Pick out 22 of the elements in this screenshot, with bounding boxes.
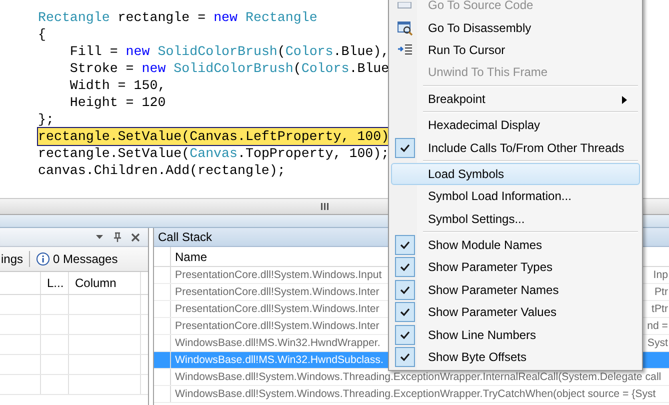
- code-line: rectangle.SetValue(Canvas.TopProperty, 100);: [38, 145, 390, 162]
- code-line: Height = 120: [68, 94, 166, 111]
- frame-name: WindowsBase.dll!System.Windows.Threading.ExceptionWrapper.TryCatchWhen(object source = {Syst: [174, 388, 656, 400]
- frame-name: PresentationCore.dll!System.Windows.Inter: [174, 320, 380, 332]
- frame-name: tPtr: [652, 303, 669, 315]
- frame-name: WindowsBase.dll!System.Windows.Threading.ExceptionWrapper.InternalRealCall(System.Delegate call: [174, 371, 662, 383]
- frame-name: WindowsBase.dll!MS.Win32.HwndSubclass.: [174, 354, 384, 366]
- code-line: canvas.Children.Add(rectangle);: [38, 162, 286, 179]
- frame-name: PresentationCore.dll!System.Windows.Inter: [174, 286, 380, 298]
- code-line: Fill = new SolidColorBrush(Colors.Blue),: [68, 43, 390, 60]
- frame-name: PresentationCore.dll!System.Windows.Inter: [174, 303, 380, 315]
- frame-name: Syst: [647, 337, 669, 349]
- frame-name: WindowsBase.dll!MS.Win32.HwndWrapper.: [174, 337, 380, 349]
- code-line: {: [38, 26, 46, 43]
- code-line: Width = 150,: [68, 77, 166, 94]
- frame-name: PresentationCore.dll!System.Windows.Input: [174, 269, 382, 281]
- code-line: };: [38, 111, 54, 128]
- code-line: Rectangle rectangle = new Rectangle: [38, 9, 318, 26]
- frame-name: nd =: [647, 320, 669, 332]
- code-line: Stroke = new SolidColorBrush(Colors.Blue: [68, 60, 390, 77]
- frame-name: Ptr: [654, 286, 669, 298]
- frame-name: Inp: [653, 269, 669, 281]
